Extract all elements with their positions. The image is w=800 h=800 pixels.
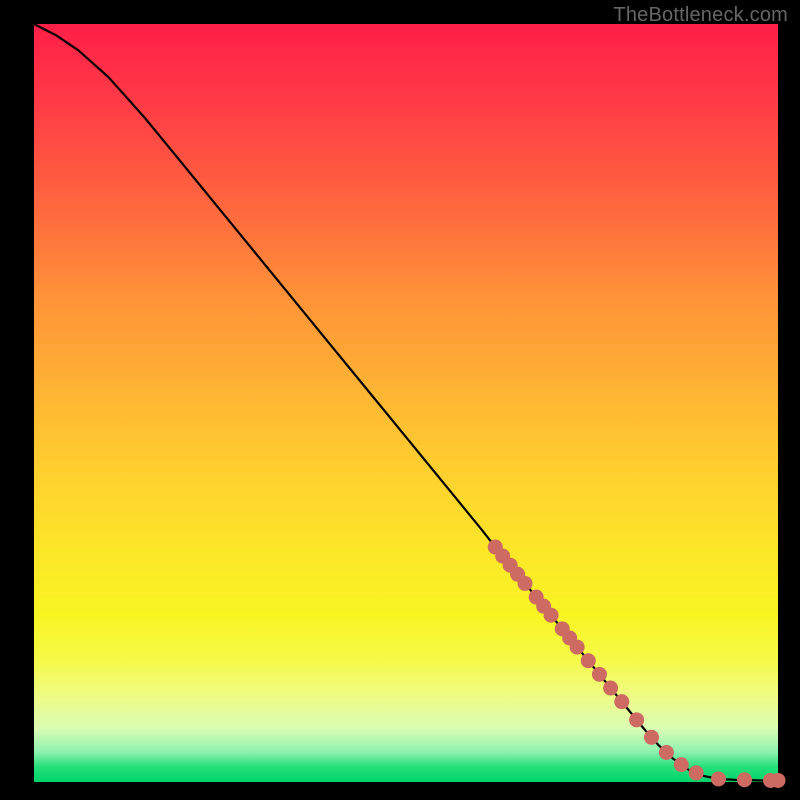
plot-area xyxy=(34,24,778,782)
highlight-dot xyxy=(737,772,752,787)
highlight-dot xyxy=(771,773,786,788)
highlight-dot xyxy=(581,653,596,668)
highlight-dot xyxy=(644,730,659,745)
highlight-dot xyxy=(659,745,674,760)
curve-layer xyxy=(34,24,778,782)
highlight-dot xyxy=(674,757,689,772)
highlight-dot xyxy=(629,712,644,727)
highlight-dot xyxy=(711,771,726,786)
bottleneck-curve xyxy=(34,24,778,780)
highlight-dot xyxy=(614,694,629,709)
highlight-dot xyxy=(518,576,533,591)
highlight-dot xyxy=(592,667,607,682)
highlight-dot xyxy=(603,681,618,696)
chart-frame: TheBottleneck.com xyxy=(0,0,800,800)
watermark-text: TheBottleneck.com xyxy=(613,4,788,27)
highlight-dots xyxy=(488,540,786,788)
highlight-dot xyxy=(570,640,585,655)
highlight-dot xyxy=(544,608,559,623)
highlight-dot xyxy=(689,765,704,780)
